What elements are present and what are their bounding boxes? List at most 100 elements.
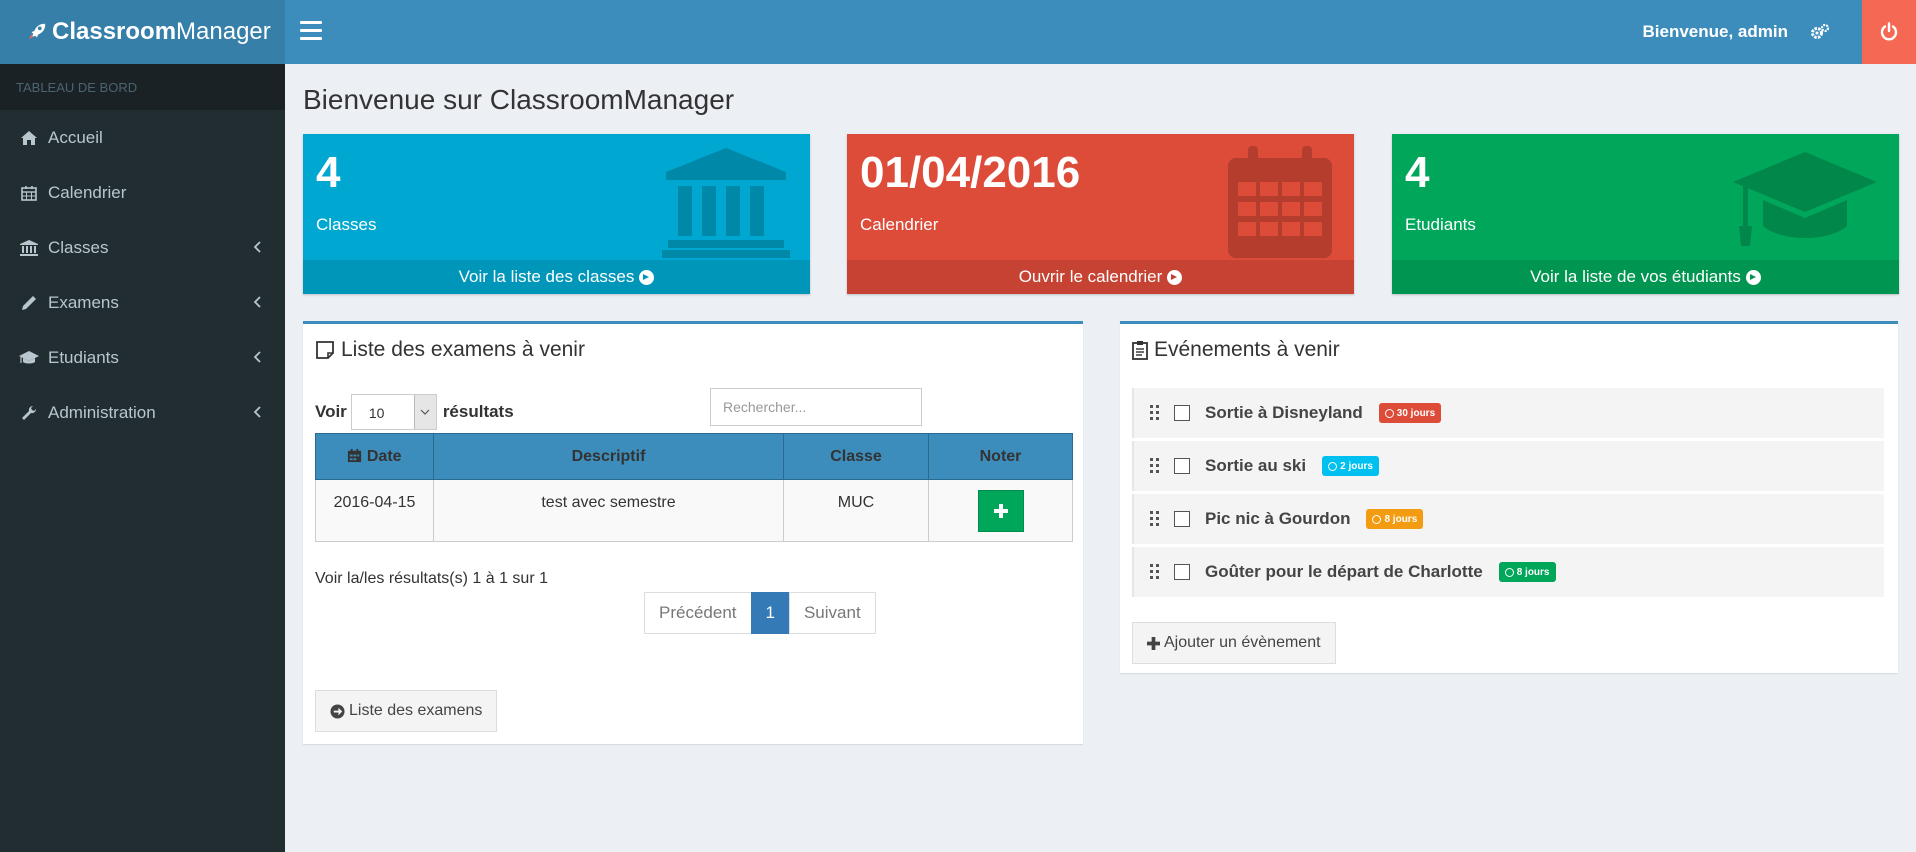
wrench-icon [18,404,40,422]
pagination-previous[interactable]: Précédent [644,592,752,634]
exams-panel-title-text: Liste des examens à venir [341,338,585,361]
sidebar-item-label: Classes [48,237,109,257]
infobox-link-classes[interactable]: Voir la liste des classes [303,260,810,294]
clock-icon [1504,567,1514,577]
exams-panel: Liste des examens à venir Voir 10 résult… [303,321,1083,744]
add-event-button[interactable]: Ajouter un évènement [1132,622,1336,664]
calendar-icon [18,184,40,202]
list-item: Sortie à Disneyland 30 jours [1132,388,1884,438]
pencil-icon [18,294,40,312]
top-navbar: Classroom Manager Bienvenue, admin [0,0,1916,64]
infobox-classes: 4 Classes Voir la liste des classes [303,134,810,294]
clipboard-icon [1132,341,1148,360]
page-size-select[interactable]: 10 [350,394,437,430]
pagination-page[interactable]: 1 [750,592,790,634]
page-size-value: 10 [368,405,385,421]
add-event-button-label: Ajouter un évènement [1164,634,1321,651]
infobox-link-text: Voir la liste des classes [458,267,635,286]
arrow-circle-right-icon [330,703,345,719]
chevron-left-icon [253,241,261,253]
drag-handle-icon[interactable] [1150,564,1160,580]
graduation-cap-icon [18,349,40,367]
event-checkbox[interactable] [1174,564,1190,580]
badge-text: 8 jours [1384,513,1418,525]
badge-text: 2 jours [1340,460,1373,472]
infobox-link-etudiants[interactable]: Voir la liste de vos étudiants [1392,260,1899,294]
sidebar-item-accueil[interactable]: Accueil [0,110,285,165]
drag-handle-icon[interactable] [1150,511,1160,527]
infobox-label: Etudiants [1405,215,1476,234]
infobox-label: Classes [316,215,377,234]
event-checkbox[interactable] [1174,458,1190,474]
table-header-row: Date Descriptif Classe Noter [315,433,1073,480]
sidebar-toggle-button[interactable] [300,21,322,41]
pagination-next[interactable]: Suivant [788,592,876,634]
column-header-classe[interactable]: Classe [783,433,929,480]
chevron-left-icon [253,296,261,308]
badge-text: 8 jours [1516,566,1550,578]
event-time-badge: 2 jours [1322,456,1379,476]
drag-handle-icon[interactable] [1150,458,1160,474]
list-item: Pic nic à Gourdon 8 jours [1132,494,1884,544]
sidebar-item-classes[interactable]: Classes [0,220,285,275]
infobox-link-text: Ouvrir le calendrier [1018,267,1163,286]
exams-table: Date Descriptif Classe Noter 2016-04-15 … [315,433,1073,542]
plus-icon [993,504,1008,518]
welcome-user-text[interactable]: Bienvenue, admin [1643,0,1788,64]
page-size-control: Voir 10 résultats [315,394,514,430]
event-checkbox[interactable] [1174,511,1190,527]
sidebar-item-etudiants[interactable]: Etudiants [0,330,285,385]
events-panel-title-text: Evénements à venir [1154,338,1340,361]
drag-handle-icon[interactable] [1150,405,1160,421]
list-item: Sortie au ski 2 jours [1132,441,1884,491]
exams-list-button[interactable]: Liste des examens [315,690,498,732]
clock-icon [1384,408,1394,418]
institution-icon [18,239,40,257]
chevron-left-icon [253,351,261,363]
event-label: Sortie au ski [1205,456,1307,475]
settings-button[interactable] [1794,0,1846,64]
event-time-badge: 30 jours [1378,403,1442,423]
infobox-value: 01/04/2016 [860,148,1081,197]
rocket-icon [28,23,46,40]
table-row: 2016-04-15 test avec semestre MUC [315,479,1073,542]
infobox-link-calendrier[interactable]: Ouvrir le calendrier [847,260,1354,294]
sidebar-item-calendrier[interactable]: Calendrier [0,165,285,220]
brand-bold: Classroom [52,18,177,45]
page-title: Bienvenue sur ClassroomManager [303,84,735,115]
exams-panel-title: Liste des examens à venir [315,338,585,362]
event-checkbox[interactable] [1174,405,1190,421]
sidebar-item-label: Administration [48,402,156,422]
exams-list-button-label: Liste des examens [349,702,483,719]
cell-noter [928,479,1073,542]
events-panel-title: Evénements à venir [1132,338,1340,362]
infobox-value: 4 [1405,148,1430,197]
sidebar-item-examens[interactable]: Examens [0,275,285,330]
arrow-circle-right-icon [1745,269,1761,285]
home-icon [18,129,40,147]
arrow-circle-right-icon [639,269,655,285]
cell-classe: MUC [783,479,929,542]
add-grade-button[interactable] [977,490,1024,532]
arrow-circle-right-icon [1167,269,1183,285]
app-logo[interactable]: Classroom Manager [0,0,285,64]
infobox-link-text: Voir la liste de vos étudiants [1530,267,1741,286]
column-header-noter[interactable]: Noter [928,433,1073,480]
cell-descriptif: test avec semestre [433,479,784,542]
infobox-label: Calendrier [860,215,939,234]
clock-icon [1328,461,1338,471]
list-item: Goûter pour le départ de Charlotte 8 jou… [1132,547,1884,597]
institution-icon [662,148,790,258]
column-header-date[interactable]: Date [315,433,434,480]
search-input[interactable] [710,388,922,426]
sticky-note-icon [316,341,334,359]
sidebar-item-administration[interactable]: Administration [0,385,285,440]
event-label: Goûter pour le départ de Charlotte [1205,562,1483,581]
gears-icon [1811,23,1830,39]
sidebar-item-label: Calendrier [48,182,127,202]
column-header-descriptif[interactable]: Descriptif [433,433,784,480]
plus-icon [1147,636,1160,650]
logout-button[interactable] [1862,0,1916,64]
table-info-text: Voir la/les résultats(s) 1 à 1 sur 1 [315,570,548,587]
sidebar-item-label: Accueil [48,127,103,147]
